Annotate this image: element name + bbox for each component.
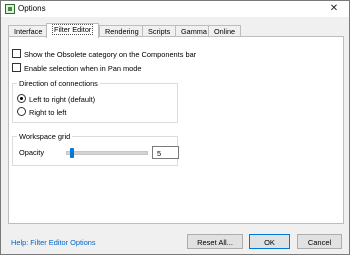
tab-filter-editor-label: Filter Editor xyxy=(52,24,94,35)
ok-button[interactable]: OK xyxy=(249,234,290,249)
tab-filter-editor[interactable]: Filter Editor xyxy=(46,23,100,38)
options-window: Options ✕ Interface Filter Editor Render… xyxy=(0,0,350,255)
opacity-slider[interactable] xyxy=(66,148,148,158)
reset-all-button[interactable]: Reset All... xyxy=(187,234,243,249)
radio-right-to-left-label: Right to left xyxy=(29,108,67,117)
enable-selection-label: Enable selection when in Pan mode xyxy=(24,64,142,73)
radio-right-to-left[interactable] xyxy=(17,107,26,116)
direction-group-title: Direction of connections xyxy=(17,79,100,89)
window-title: Options xyxy=(18,4,46,13)
title-bar[interactable]: Options ✕ xyxy=(1,1,349,17)
help-link[interactable]: Help: Filter Editor Options xyxy=(11,238,96,247)
radio-left-to-right[interactable] xyxy=(17,94,26,103)
app-icon xyxy=(5,4,15,14)
opacity-slider-thumb[interactable] xyxy=(70,148,74,158)
direction-group: Direction of connections Left to right (… xyxy=(12,79,178,123)
radio-right-to-left-row[interactable]: Right to left xyxy=(17,107,66,117)
radio-left-to-right-label: Left to right (default) xyxy=(29,95,96,104)
opacity-label: Opacity xyxy=(19,148,45,157)
workspace-grid-group: Workspace grid Opacity 5 xyxy=(12,132,179,166)
enable-selection-checkbox-row[interactable]: Enable selection when in Pan mode xyxy=(12,63,142,73)
cancel-button[interactable]: Cancel xyxy=(297,234,342,249)
show-obsolete-label: Show the Obsolete category on the Compon… xyxy=(24,50,197,59)
radio-left-to-right-row[interactable]: Left to right (default) xyxy=(17,94,95,104)
workspace-grid-title: Workspace grid xyxy=(17,132,73,142)
opacity-input[interactable]: 5 xyxy=(152,146,179,159)
filter-editor-panel: Show the Obsolete category on the Compon… xyxy=(8,36,344,224)
show-obsolete-checkbox[interactable] xyxy=(12,49,21,58)
enable-selection-checkbox[interactable] xyxy=(12,63,21,72)
close-icon[interactable]: ✕ xyxy=(323,2,345,16)
show-obsolete-checkbox-row[interactable]: Show the Obsolete category on the Compon… xyxy=(12,49,196,59)
